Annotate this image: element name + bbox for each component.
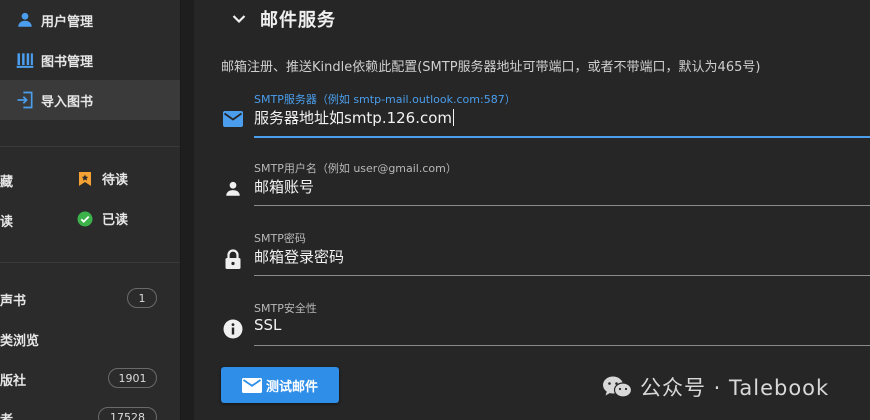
sidebar-item-label: 导入图书 [41,95,94,110]
settings-card: 邮件服务 邮箱注册、推送Kindle依赖此配置(SMTP服务器地址可带端口，或者… [194,0,870,420]
text-cursor [453,109,455,126]
info-icon [221,317,245,341]
smtp-security-label: SMTP安全性 [254,302,317,315]
sidebar-item-import-books[interactable]: 导入图书 [0,80,180,120]
smtp-username-input[interactable]: 邮箱账号 [254,176,314,197]
smtp-password-field[interactable]: SMTP密码 邮箱登录密码 [221,230,870,286]
sidebar-item-reading-label[interactable]: 读 [0,211,13,230]
sidebar-item-to-read[interactable]: 待读 [76,169,128,188]
smtp-server-label: SMTP服务器（例如 smtp-mail.outlook.com:587） [254,93,516,106]
smtp-server-input[interactable]: 服务器地址如smtp.126.com [254,107,455,128]
smtp-password-label: SMTP密码 [254,232,306,245]
watermark-text: 公众号 · Talebook [640,376,830,400]
sidebar-item-audiobooks[interactable]: 声书 [0,290,26,309]
sidebar-item-label: 已读 [102,213,129,228]
sidebar-item-category-browse[interactable]: 类浏览 [0,330,39,349]
section-title: 邮件服务 [260,10,336,31]
bookmark-icon [76,170,94,188]
check-circle-icon [76,210,94,228]
sidebar-item-label: 待读 [102,173,129,188]
smtp-password-input[interactable]: 邮箱登录密码 [254,246,344,267]
import-icon [15,90,35,110]
count-badge: 17528 [98,407,157,420]
smtp-username-label: SMTP用户名（例如 user@gmail.com） [254,162,457,175]
library-icon [15,50,35,70]
sidebar-item-authors[interactable]: 者 [0,409,13,420]
input-underline [254,345,870,346]
section-description: 邮箱注册、推送Kindle依赖此配置(SMTP服务器地址可带端口，或者不带端口，… [221,60,761,75]
smtp-security-field[interactable]: SMTP安全性 SSL [221,300,870,356]
test-email-button-label: 测试邮件 [265,379,318,395]
sidebar-item-book-management[interactable]: 图书管理 [0,40,180,80]
lock-icon [221,247,245,271]
wechat-logo-icon [602,375,633,399]
person-icon [15,10,35,30]
sidebar-item-read[interactable]: 已读 [76,209,128,228]
sidebar-item-user-management[interactable]: 用户管理 [0,0,180,40]
watermark: 公众号 · Talebook [602,372,829,402]
sidebar-item-publishers[interactable]: 版社 [0,370,26,389]
sidebar-item-label: 用户管理 [41,15,94,30]
input-underline [254,275,870,276]
email-icon [221,107,245,131]
chevron-down-icon[interactable] [230,10,248,28]
count-badge: 1901 [108,368,157,388]
smtp-username-field[interactable]: SMTP用户名（例如 user@gmail.com） 邮箱账号 [221,160,870,216]
person-icon [221,177,245,201]
count-badge: 1 [127,288,157,308]
sidebar-item-favorites-label[interactable]: 藏 [0,171,13,190]
smtp-server-value: 服务器地址如smtp.126.com [254,109,453,127]
main-content: 邮件服务 邮箱注册、推送Kindle依赖此配置(SMTP服务器地址可带端口，或者… [182,0,870,420]
sidebar-divider [0,262,180,263]
smtp-security-select[interactable]: SSL [254,316,281,334]
smtp-server-field[interactable]: SMTP服务器（例如 smtp-mail.outlook.com:587） 服务… [221,91,870,147]
section-header[interactable]: 邮件服务 [230,6,336,32]
sidebar-divider [0,146,180,147]
email-icon [241,377,262,393]
sidebar-item-label: 图书管理 [41,55,94,70]
test-email-button[interactable]: 测试邮件 [221,367,339,403]
input-underline [254,205,870,206]
input-underline [254,136,870,138]
sidebar: 用户管理 图书管理 导入图书 藏 待读 读 已读 声书 1 类浏览 版社 190… [0,0,181,420]
